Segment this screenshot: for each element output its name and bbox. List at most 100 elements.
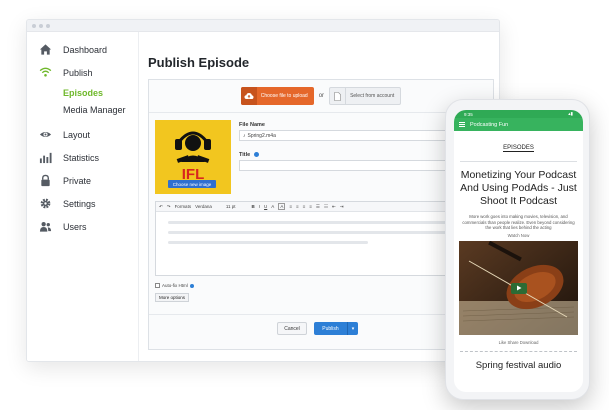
signal-icon: ▴▮ — [568, 111, 573, 116]
info-icon — [189, 283, 194, 288]
episodes-link[interactable]: EPISODES — [454, 145, 583, 152]
cloud-upload-icon — [240, 87, 257, 105]
change-image-label: Choose new image — [172, 181, 212, 187]
sidebar-item-private[interactable]: Private — [27, 169, 138, 192]
next-episode-title: Spring festival audio — [475, 359, 562, 371]
change-image-button[interactable]: Choose new image — [168, 180, 216, 188]
app-title: Podcasting Fun — [470, 121, 509, 128]
title-label: Title — [239, 152, 259, 158]
page-title: Publish Episode — [148, 55, 250, 70]
episodes-link-text: EPISODES — [503, 145, 534, 152]
sidebar-item-publish[interactable]: Publish — [27, 61, 138, 84]
sidebar-subitem-episodes[interactable]: Episodes — [27, 84, 138, 101]
underline-button[interactable]: U — [264, 204, 267, 209]
font-size-dropdown[interactable]: 11 pt — [226, 204, 236, 209]
numbered-list-icon[interactable]: ☷ — [324, 204, 328, 210]
broadcast-icon — [38, 66, 52, 80]
phone-mockup: 9:35 ▴▮ Podcasting Fun EPISODES Monetizi… — [445, 99, 590, 400]
more-options-button[interactable]: More options — [155, 293, 190, 302]
choose-file-button[interactable]: Choose file to upload — [240, 87, 314, 105]
editor-toolbar: ↶ ↷ Formats Verdana 11 pt B I U A A ≡ ≡ … — [156, 202, 488, 212]
info-icon — [253, 152, 259, 158]
sidebar-item-label: Publish — [63, 67, 93, 78]
cancel-button[interactable]: Cancel — [277, 322, 307, 335]
browser-window: Dashboard Publish Episodes Media Manager… — [26, 19, 500, 362]
lock-icon — [38, 174, 52, 188]
title-label-text: Title — [239, 152, 251, 158]
upload-row: Choose file to upload or Select from acc… — [149, 80, 493, 113]
eye-icon — [38, 128, 52, 142]
share-actions[interactable]: Like Share Download — [454, 340, 583, 345]
episode-title: Monetizing Your Podcast And Using PodAds… — [460, 169, 577, 207]
sidebar-item-dashboard[interactable]: Dashboard — [27, 38, 138, 61]
sidebar-item-layout[interactable]: Layout — [27, 123, 138, 146]
divider — [460, 161, 577, 162]
autofix-label: Auto-fix Html — [162, 283, 188, 288]
status-bar: 9:35 ▴▮ — [454, 110, 583, 118]
menu-icon[interactable] — [459, 122, 465, 127]
window-titlebar — [27, 20, 499, 32]
phone-screen: 9:35 ▴▮ Podcasting Fun EPISODES Monetizi… — [454, 110, 583, 392]
gear-icon — [38, 197, 52, 211]
sidebar-item-label: Private — [63, 175, 92, 186]
music-note-icon: ♪ — [243, 132, 246, 139]
placeholder-line — [168, 241, 368, 244]
align-right-icon[interactable]: ≡ — [303, 204, 306, 209]
sidebar-item-label: Layout — [63, 129, 91, 140]
choose-file-label: Choose file to upload — [260, 93, 308, 99]
file-name-label: File Name — [239, 122, 265, 128]
window-dot — [32, 23, 36, 28]
text-color-button[interactable]: A — [271, 204, 274, 209]
document-icon — [330, 88, 347, 104]
status-time: 9:35 — [464, 111, 473, 117]
indent-icon[interactable]: ⇥ — [340, 204, 344, 210]
app-bar: Podcasting Fun — [454, 118, 583, 131]
sidebar-item-settings[interactable]: Settings — [27, 192, 138, 215]
select-from-account-button[interactable]: Select from account — [329, 87, 402, 105]
stage: Dashboard Publish Episodes Media Manager… — [0, 0, 609, 410]
episode-video-thumbnail[interactable] — [459, 240, 578, 335]
sidebar-item-label: Statistics — [63, 152, 100, 163]
file-name-value: Spring2.m4a — [247, 132, 276, 139]
publish-label: Publish — [322, 325, 339, 332]
redo-icon[interactable]: ↷ — [167, 204, 171, 210]
align-center-icon[interactable]: ≡ — [296, 204, 299, 209]
users-icon — [38, 220, 52, 234]
placeholder-line — [168, 231, 458, 234]
dashed-divider — [460, 350, 577, 352]
publish-button[interactable]: Publish ▾ — [314, 322, 358, 335]
autofix-checkbox[interactable] — [155, 283, 160, 288]
window-dot — [46, 23, 50, 28]
description-editor[interactable]: ↶ ↷ Formats Verdana 11 pt B I U A A ≡ ≡ … — [155, 201, 489, 276]
sidebar-subitem-media-manager[interactable]: Media Manager — [27, 101, 138, 118]
chevron-down-icon[interactable]: ▾ — [347, 322, 358, 335]
sidebar-item-label: Dashboard — [63, 44, 108, 55]
watch-now-link[interactable]: Watch Now — [454, 233, 583, 238]
episode-description: More work goes into making movies, telev… — [462, 214, 575, 230]
autofix-option[interactable]: Auto-fix Html — [155, 283, 194, 288]
footer-divider — [149, 314, 493, 315]
home-icon — [38, 43, 52, 57]
bg-color-button[interactable]: A — [278, 203, 286, 210]
font-dropdown[interactable]: Verdana — [195, 204, 212, 209]
align-left-icon[interactable]: ≡ — [289, 204, 292, 209]
window-dot — [39, 23, 43, 28]
bullet-list-icon[interactable]: ☰ — [316, 204, 320, 210]
sidebar-item-label: Users — [63, 221, 87, 232]
formats-dropdown[interactable]: Formats — [175, 204, 192, 209]
bold-button[interactable]: B — [252, 204, 255, 209]
justify-icon[interactable]: ≡ — [309, 204, 312, 209]
sidebar: Dashboard Publish Episodes Media Manager… — [27, 32, 139, 361]
bar-chart-icon — [38, 151, 52, 165]
outdent-icon[interactable]: ⇤ — [332, 204, 336, 210]
select-from-account-label: Select from account — [350, 93, 395, 99]
italic-button[interactable]: I — [259, 204, 260, 209]
play-button[interactable] — [510, 282, 527, 294]
placeholder-line — [168, 221, 458, 224]
sidebar-item-users[interactable]: Users — [27, 215, 138, 238]
sidebar-item-label: Settings — [63, 198, 96, 209]
cover-image: IFL Choose new image — [155, 120, 231, 194]
publish-panel: Choose file to upload or Select from acc… — [148, 79, 494, 350]
undo-icon[interactable]: ↶ — [159, 204, 163, 210]
sidebar-item-statistics[interactable]: Statistics — [27, 146, 138, 169]
